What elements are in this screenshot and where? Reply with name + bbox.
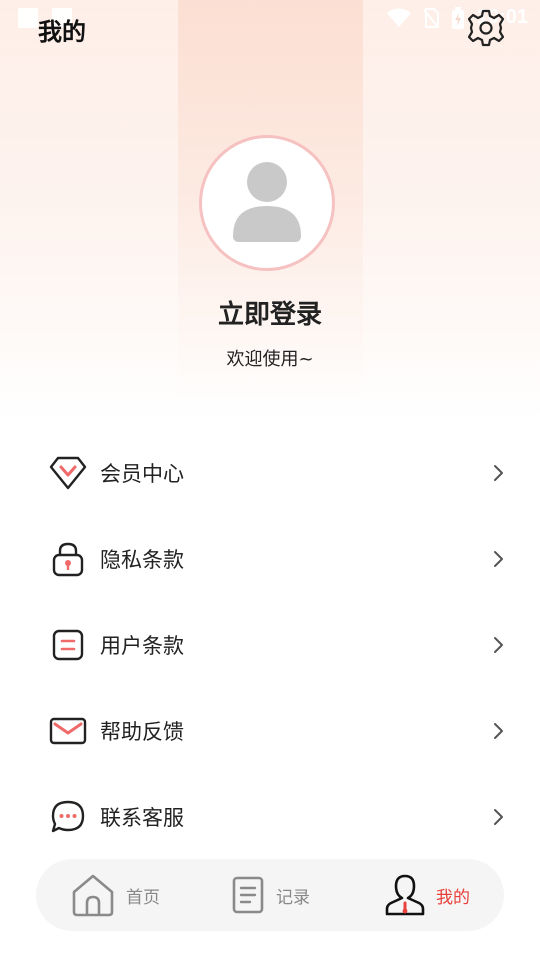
background-band <box>0 0 178 400</box>
vip-diamond-icon <box>49 454 87 492</box>
page-title: 我的 <box>38 18 86 46</box>
background-band <box>363 0 540 400</box>
document-icon <box>49 626 87 664</box>
wifi-icon <box>386 8 411 27</box>
chevron-right-icon <box>494 809 503 825</box>
menu-list: 会员中心 隐私条款 用户条款 帮助反馈 联系客服 <box>0 430 540 860</box>
notification-icon <box>18 8 38 28</box>
gear-icon <box>467 9 505 47</box>
menu-item-privacy-policy[interactable]: 隐私条款 <box>0 516 540 602</box>
bottom-navigation: 首页 记录 我的 <box>36 859 504 931</box>
welcome-text: 欢迎使用~ <box>226 349 314 370</box>
battery-charging-icon <box>451 6 464 29</box>
avatar[interactable] <box>199 135 335 271</box>
tab-home[interactable]: 首页 <box>70 859 160 931</box>
tab-label: 首页 <box>126 887 160 908</box>
menu-item-user-terms[interactable]: 用户条款 <box>0 602 540 688</box>
tab-records[interactable]: 记录 <box>230 859 310 931</box>
menu-item-contact-support[interactable]: 联系客服 <box>0 774 540 860</box>
menu-item-label: 帮助反馈 <box>100 720 184 744</box>
menu-item-label: 用户条款 <box>100 634 184 658</box>
tab-label: 我的 <box>436 887 470 908</box>
menu-item-label: 隐私条款 <box>100 548 184 572</box>
menu-item-label: 联系客服 <box>100 806 184 830</box>
status-indicators: 10:01 <box>386 6 528 29</box>
lock-icon <box>49 540 87 578</box>
record-icon <box>232 876 264 914</box>
no-sim-icon <box>423 7 439 28</box>
user-icon <box>385 874 425 916</box>
default-user-icon <box>233 162 301 242</box>
chevron-right-icon <box>494 551 503 567</box>
settings-button[interactable] <box>466 8 506 48</box>
menu-item-help-feedback[interactable]: 帮助反馈 <box>0 688 540 774</box>
menu-item-label: 会员中心 <box>100 462 184 486</box>
chevron-right-icon <box>494 723 503 739</box>
menu-item-vip-center[interactable]: 会员中心 <box>0 430 540 516</box>
login-button[interactable]: 立即登录 <box>0 294 540 331</box>
tab-label: 记录 <box>276 887 310 908</box>
tab-mine[interactable]: 我的 <box>384 859 470 931</box>
mail-icon <box>49 712 87 750</box>
chevron-right-icon <box>494 637 503 653</box>
chat-bubble-icon <box>49 798 87 836</box>
home-icon <box>72 874 114 917</box>
chevron-right-icon <box>494 465 503 481</box>
